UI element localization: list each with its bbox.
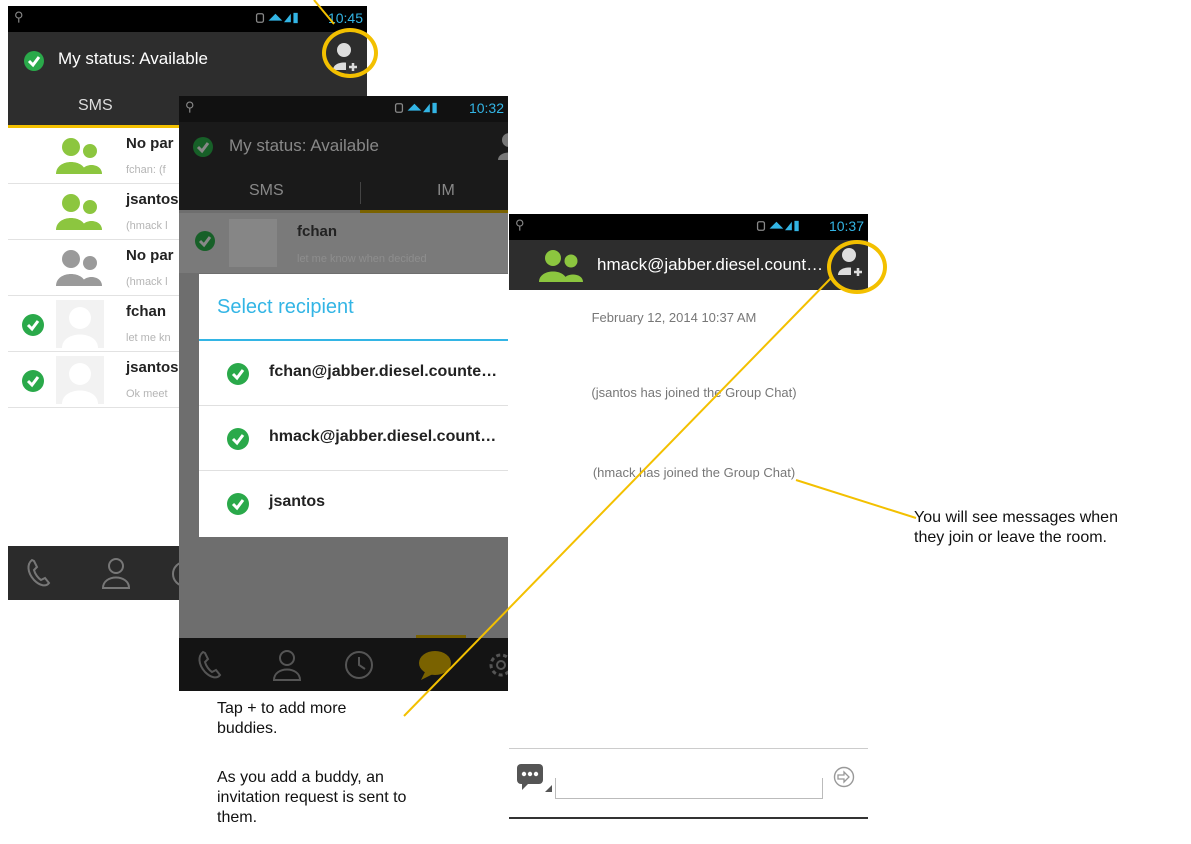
note-line: buddies. <box>217 720 278 737</box>
callout-lines <box>313 0 917 717</box>
note-line: You will see messages when <box>914 509 1118 526</box>
callout-line-top <box>313 0 335 25</box>
note-line: invitation request is sent to <box>217 789 407 806</box>
note-line: As you add a buddy, an <box>217 769 384 786</box>
callout-line-add-buddy <box>403 276 833 717</box>
note-line: they join or leave the room. <box>914 529 1107 546</box>
room-messages-note: You will see messages when they join or … <box>914 508 1118 548</box>
note-line: Tap + to add more <box>217 700 347 717</box>
note-line: them. <box>217 809 258 826</box>
invitation-note: As you add a buddy, an invitation reques… <box>217 768 406 828</box>
tap-to-add-note: Tap + to add more buddies. <box>217 699 346 739</box>
callout-line-room <box>795 479 917 519</box>
